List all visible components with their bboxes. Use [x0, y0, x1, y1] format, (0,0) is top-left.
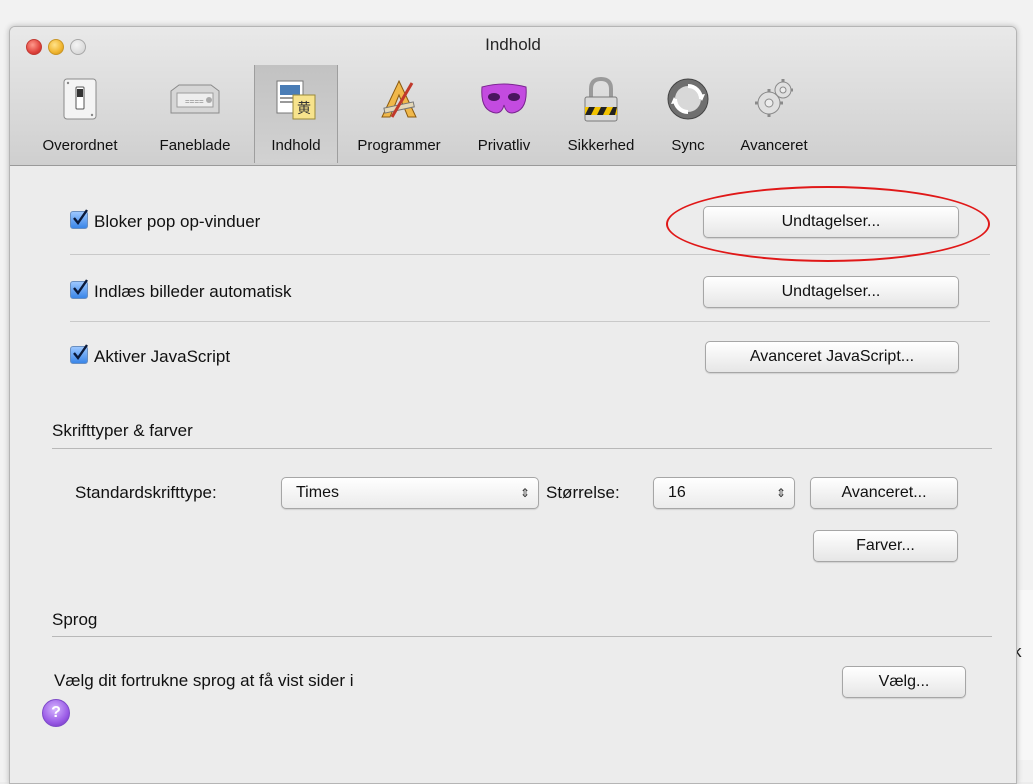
switch-icon	[63, 78, 97, 120]
toolbar-item-avanceret[interactable]: Avanceret	[730, 65, 818, 163]
default-font-select[interactable]: Times ⇕	[281, 477, 539, 509]
language-heading: Sprog	[52, 610, 98, 629]
svg-text:====: ====	[185, 97, 204, 106]
fonts-colors-heading: Skrifttyper & farver	[52, 421, 193, 440]
section-divider	[52, 448, 992, 449]
title-bar: Indhold Overordnet ==== Faneblade 黄 Indh…	[10, 27, 1016, 166]
font-size-select[interactable]: 16 ⇕	[653, 477, 795, 509]
choose-language-button[interactable]: Vælg...	[842, 666, 966, 698]
default-font-value: Times	[296, 484, 339, 501]
enable-javascript-row: Aktiver JavaScript	[70, 344, 231, 367]
fonts-advanced-button[interactable]: Avanceret...	[810, 477, 958, 509]
toolbar-label: Sikkerhed	[567, 137, 635, 154]
section-divider	[52, 636, 992, 637]
block-popups-label: Bloker pop op-vinduer	[94, 212, 261, 231]
content-icon: 黄	[276, 80, 316, 120]
default-font-label: Standardskrifttype:	[75, 483, 217, 502]
toolbar-label: Faneblade	[159, 137, 231, 154]
help-button[interactable]: ?	[42, 699, 70, 727]
checkmark-icon	[73, 279, 88, 296]
window-title: Indhold	[485, 35, 541, 54]
colors-button[interactable]: Farver...	[813, 530, 958, 562]
tabs-icon: ====	[170, 84, 220, 114]
language-description: Vælg dit fortrukne sprog at få vist side…	[54, 671, 354, 690]
toolbar-item-programmer[interactable]: Programmer	[346, 65, 452, 163]
mask-icon	[481, 83, 527, 114]
advanced-javascript-button[interactable]: Avanceret JavaScript...	[705, 341, 959, 373]
load-images-row: Indlæs billeder automatisk	[70, 279, 292, 302]
load-images-checkbox[interactable]	[70, 279, 88, 299]
applications-icon	[381, 79, 417, 118]
toolbar-item-sikkerhed[interactable]: Sikkerhed	[556, 65, 646, 163]
checkmark-icon	[73, 344, 88, 361]
highlight-ellipse	[666, 186, 990, 262]
toolbar-label: Sync	[671, 137, 705, 154]
updown-arrows-icon: ⇕	[519, 486, 530, 500]
checkmark-icon	[73, 209, 88, 226]
sync-icon	[667, 78, 709, 120]
svg-text:黄: 黄	[297, 100, 311, 117]
gear-icon	[755, 79, 793, 117]
preferences-window: Indhold Overordnet ==== Faneblade 黄 Indh…	[9, 26, 1017, 784]
toolbar-item-faneblade[interactable]: ==== Faneblade	[148, 65, 242, 163]
load-images-label: Indlæs billeder automatisk	[94, 282, 292, 301]
toolbar-label: Avanceret	[740, 137, 808, 154]
toolbar-label: Indhold	[271, 137, 321, 154]
enable-javascript-label: Aktiver JavaScript	[94, 347, 231, 366]
toolbar-item-indhold[interactable]: 黄 Indhold	[254, 65, 338, 163]
size-label: Størrelse:	[546, 483, 620, 502]
block-popups-row: Bloker pop op-vinduer	[70, 209, 261, 232]
divider	[70, 321, 990, 322]
block-popups-checkbox[interactable]	[70, 209, 88, 229]
toolbar-label: Overordnet	[42, 137, 118, 154]
updown-arrows-icon: ⇕	[775, 486, 786, 500]
toolbar-item-sync[interactable]: Sync	[658, 65, 718, 163]
toolbar-item-overordnet[interactable]: Overordnet	[36, 65, 124, 163]
toolbar-item-privatliv[interactable]: Privatliv	[466, 65, 542, 163]
font-size-value: 16	[668, 484, 686, 501]
toolbar-label: Privatliv	[477, 137, 531, 154]
enable-javascript-checkbox[interactable]	[70, 344, 88, 364]
image-exceptions-button[interactable]: Undtagelser...	[703, 276, 959, 308]
padlock-icon	[584, 77, 618, 122]
toolbar-label: Programmer	[357, 137, 441, 154]
